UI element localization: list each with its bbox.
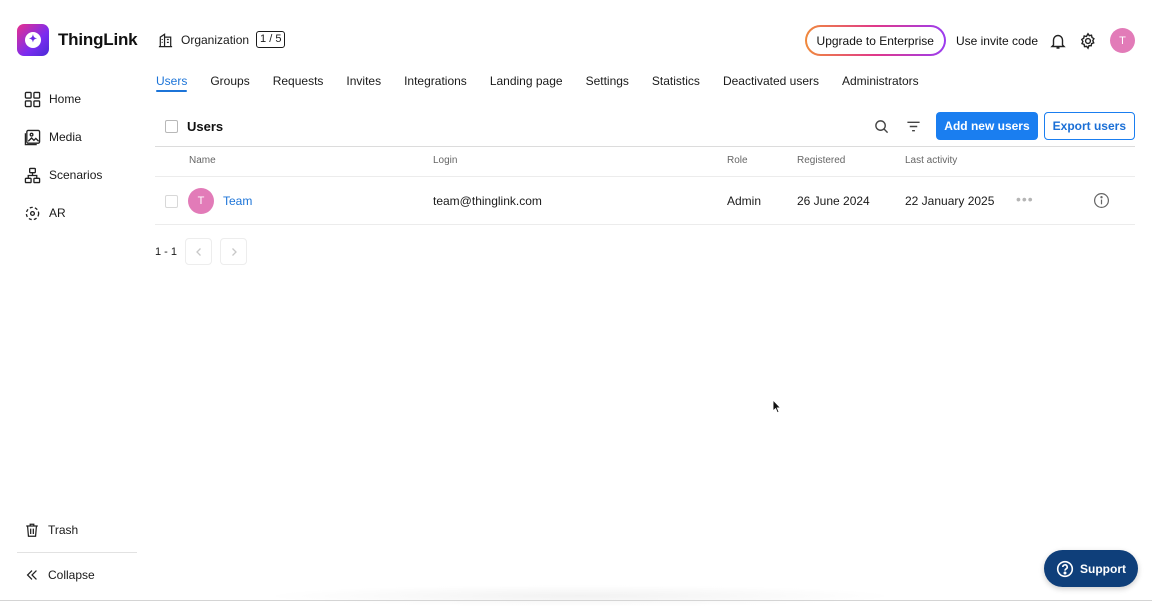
add-new-users-button[interactable]: Add new users [936,112,1038,140]
info-icon[interactable] [1093,192,1110,209]
tab-groups[interactable]: Groups [210,74,249,92]
tab-administrators[interactable]: Administrators [842,74,919,92]
row-checkbox[interactable] [165,195,178,208]
avatar: T [188,188,214,214]
bottom-border [0,600,1152,601]
double-chevron-left-icon [26,570,37,580]
users-toolbar: Users Add new users Export users [155,111,1135,141]
user-registered: 26 June 2024 [797,194,870,208]
user-role: Admin [727,194,762,208]
search-button[interactable] [870,115,892,137]
sidebar-item-ar[interactable]: AR [24,194,139,232]
sidebar-item-trash[interactable]: Trash [17,516,137,544]
sidebar-item-home[interactable]: Home [24,80,139,118]
settings-button[interactable] [1078,31,1098,51]
tab-users[interactable]: Users [156,74,188,92]
table-row[interactable]: T Team team@thinglink.com Admin 26 June … [155,177,1135,224]
sidebar-item-label: AR [49,206,66,220]
sidebar: ✦ ThingLink Home Media Scenarios AR Tras… [0,0,148,612]
sidebar-item-label: Trash [48,523,79,537]
column-header-registered[interactable]: Registered [797,155,845,166]
gear-icon [1080,31,1095,50]
chevron-right-icon [231,247,237,256]
tab-invites[interactable]: Invites [346,74,381,92]
export-users-button[interactable]: Export users [1043,112,1135,140]
notifications-button[interactable] [1048,31,1068,51]
tab-requests[interactable]: Requests [273,74,324,92]
user-last-activity: 22 January 2025 [905,194,995,208]
toolbar-divider [155,146,1135,147]
previous-page-button[interactable] [185,238,213,265]
logo-text: ThingLink [58,30,138,49]
building-icon [158,33,173,48]
sidebar-nav: Home Media Scenarios AR [24,80,139,232]
grid-icon [24,91,41,107]
filter-icon [907,121,920,131]
sidebar-item-label: Media [49,130,82,144]
sidebar-item-label: Home [49,92,82,106]
organization-count-badge: 1 / 5 [256,31,286,48]
sidebar-bottom: Trash Collapse [17,516,137,589]
tab-landing-page[interactable]: Landing page [490,74,563,92]
image-icon [24,129,41,145]
chevron-left-icon [195,247,201,256]
column-header-name[interactable]: Name [189,155,216,166]
mouse-cursor-icon [772,399,782,414]
tab-deactivated-users[interactable]: Deactivated users [723,74,819,92]
section-title: Users [187,118,224,134]
column-header-last-activity[interactable]: Last activity [905,155,957,166]
user-name-link[interactable]: Team [223,194,252,208]
sidebar-item-scenarios[interactable]: Scenarios [24,156,139,194]
user-login: team@thinglink.com [433,194,542,208]
table-header: Name Login Role Registered Last activity [155,152,1135,170]
row-divider [155,224,1135,225]
next-page-button[interactable] [220,238,248,265]
hierarchy-icon [24,167,41,183]
tab-integrations[interactable]: Integrations [404,74,467,92]
sidebar-item-label: Collapse [48,568,95,582]
tab-statistics[interactable]: Statistics [652,74,700,92]
more-options-icon[interactable]: ••• [1016,191,1034,207]
organization-label: Organization [181,32,250,47]
sidebar-divider [17,552,137,553]
sidebar-item-label: Scenarios [49,168,103,182]
ar-icon [25,206,40,220]
column-header-role[interactable]: Role [727,155,748,166]
trash-icon [26,523,38,537]
bell-icon [1050,34,1066,49]
pagination: 1 - 1 [155,238,255,265]
sidebar-collapse-button[interactable]: Collapse [17,561,137,589]
support-label: Support [1080,561,1126,576]
column-header-login[interactable]: Login [433,155,457,166]
sidebar-item-media[interactable]: Media [24,118,139,156]
tabs: Users Groups Requests Invites Integratio… [156,74,942,92]
tab-settings[interactable]: Settings [586,74,629,92]
support-button[interactable]: Support [1044,550,1138,587]
header-actions: Upgrade to Enterprise Use invite code T [805,25,1135,56]
help-icon [1056,560,1074,577]
use-invite-code-link[interactable]: Use invite code [956,34,1038,48]
organization-selector[interactable]: Organization 1 / 5 [157,31,286,48]
logo[interactable]: ✦ ThingLink [17,24,138,56]
user-avatar[interactable]: T [1110,28,1135,53]
pagination-range: 1 - 1 [155,245,178,258]
search-icon [874,119,888,133]
bottom-shadow [260,585,900,607]
upgrade-enterprise-button[interactable]: Upgrade to Enterprise [805,25,946,56]
thinglink-logo-icon: ✦ [17,24,49,56]
filter-button[interactable] [902,115,924,137]
select-all-checkbox[interactable] [165,119,178,133]
